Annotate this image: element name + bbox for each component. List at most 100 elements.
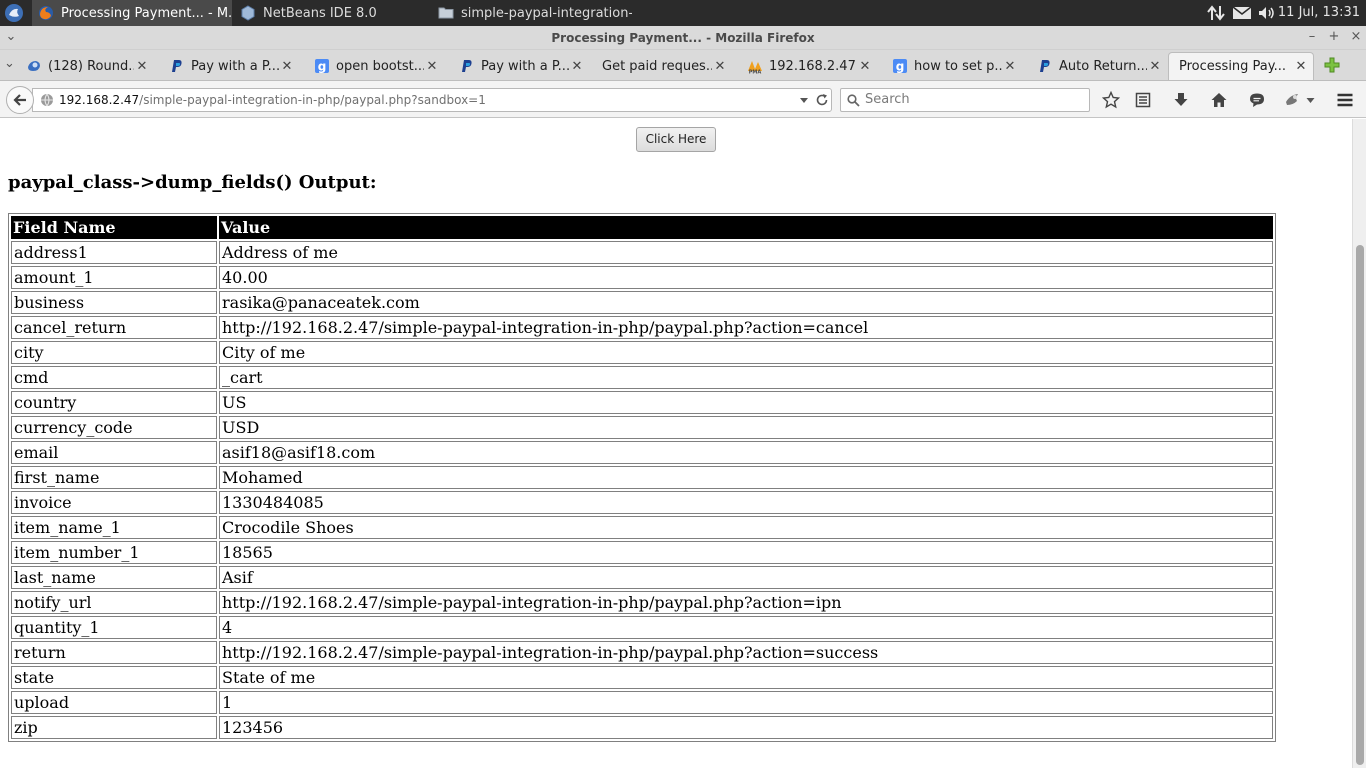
addon-dropdown-icon[interactable] [1306, 97, 1315, 104]
field-value-cell: asif18@asif18.com [219, 441, 1273, 464]
table-row: address1 Address of me [11, 241, 1273, 264]
chat-icon[interactable] [1248, 91, 1266, 109]
field-value-cell: USD [219, 416, 1273, 439]
hamburger-menu-icon[interactable] [1336, 91, 1354, 109]
field-name-cell: invoice [11, 491, 217, 514]
reload-icon[interactable] [815, 93, 829, 107]
close-icon[interactable]: ✕ [134, 59, 150, 74]
close-icon[interactable]: ✕ [424, 59, 440, 74]
url-bar[interactable]: 192.168.2.47/simple-paypal-integration-i… [32, 88, 832, 112]
phpmyadmin-favicon-icon: PMA [748, 61, 762, 74]
url-history-dropdown-icon[interactable] [799, 97, 809, 105]
close-icon[interactable]: ✕ [569, 59, 585, 74]
search-input[interactable]: Search [840, 88, 1090, 112]
xfce-menu-icon[interactable] [4, 3, 24, 23]
scrollbar-thumb[interactable] [1356, 245, 1364, 765]
field-value-cell: Address of me [219, 241, 1273, 264]
field-value-cell: US [219, 391, 1273, 414]
google-favicon-icon: g [315, 59, 329, 74]
field-name-cell: address1 [11, 241, 217, 264]
taskbar-task-netbeans[interactable]: NetBeans IDE 8.0 [234, 0, 424, 26]
system-tray [1206, 0, 1277, 26]
tab-list-arrow-icon[interactable]: ⌄ [4, 56, 15, 71]
netbeans-icon [241, 5, 255, 21]
tab-pay-with-paypal-1[interactable]: Pay with a P... ✕ [163, 52, 299, 80]
maximize-icon[interactable]: + [1327, 30, 1341, 44]
field-name-cell: last_name [11, 566, 217, 589]
table-row: city City of me [11, 341, 1273, 364]
tab-get-paid-requests[interactable]: Get paid reques... ✕ [596, 52, 732, 80]
close-icon[interactable]: ✕ [1147, 59, 1163, 74]
bookmarks-menu-icon[interactable] [1134, 91, 1152, 109]
tab-label: Pay with a P... [481, 58, 569, 74]
click-here-button[interactable]: Click Here [636, 127, 716, 152]
site-identity-globe-icon[interactable] [40, 93, 54, 107]
table-row: cancel_return http://192.168.2.47/simple-… [11, 316, 1273, 339]
field-name-cell: item_name_1 [11, 516, 217, 539]
google-favicon-icon: g [893, 59, 907, 74]
table-header-row: Field Name Value [11, 216, 1273, 239]
field-value-cell: rasika@panaceatek.com [219, 291, 1273, 314]
field-name-cell: email [11, 441, 217, 464]
mail-icon[interactable] [1232, 5, 1252, 21]
url-host: 192.168.2.47 [59, 93, 140, 107]
close-window-icon[interactable]: × [1349, 30, 1363, 44]
table-row: invoice 1330484085 [11, 491, 1273, 514]
field-name-cell: item_number_1 [11, 541, 217, 564]
downloads-icon[interactable] [1172, 91, 1190, 109]
close-icon[interactable]: ✕ [712, 59, 728, 74]
tab-processing-payment[interactable]: Processing Pay... ✕ [1168, 52, 1314, 80]
tab-label: Pay with a P... [191, 58, 279, 74]
network-arrows-icon[interactable] [1206, 4, 1226, 22]
column-header-value: Value [219, 216, 1273, 239]
field-value-cell: http://192.168.2.47/simple-paypal-integr… [219, 316, 1273, 339]
close-icon[interactable]: ✕ [279, 59, 295, 74]
search-placeholder: Search [865, 92, 910, 107]
volume-icon[interactable] [1257, 5, 1277, 21]
field-value-cell: _cart [219, 366, 1273, 389]
round-favicon-icon [28, 61, 40, 71]
table-row: email asif18@asif18.com [11, 441, 1273, 464]
table-row: upload 1 [11, 691, 1273, 714]
addon-icon[interactable] [1284, 91, 1302, 109]
tab-open-bootstrap[interactable]: g open bootst... ✕ [308, 52, 444, 80]
close-icon[interactable]: ✕ [1293, 59, 1309, 74]
tab-label: 192.168.2.47... [769, 58, 857, 74]
close-icon[interactable]: ✕ [857, 59, 873, 74]
close-icon[interactable]: ✕ [1002, 59, 1018, 74]
vertical-scrollbar[interactable] [1352, 119, 1366, 768]
table-row: return http://192.168.2.47/simple-paypal-… [11, 641, 1273, 664]
field-value-cell: City of me [219, 341, 1273, 364]
field-value-cell: 18565 [219, 541, 1273, 564]
paypal-favicon-icon [462, 60, 472, 72]
field-name-cell: amount_1 [11, 266, 217, 289]
tab-phpmyadmin[interactable]: PMA 192.168.2.47... ✕ [741, 52, 877, 80]
tab-pay-with-paypal-2[interactable]: Pay with a P... ✕ [453, 52, 589, 80]
tab-round[interactable]: (128) Round... ✕ [20, 52, 154, 80]
firefox-icon [39, 6, 53, 20]
field-name-cell: business [11, 291, 217, 314]
new-tab-plus-icon[interactable] [1323, 56, 1341, 74]
search-icon [847, 94, 860, 107]
field-name-cell: notify_url [11, 591, 217, 614]
clock[interactable]: 11 Jul, 13:31 [1278, 0, 1360, 26]
field-value-cell: http://192.168.2.47/simple-paypal-integr… [219, 591, 1273, 614]
field-name-cell: quantity_1 [11, 616, 217, 639]
minimize-icon[interactable]: – [1305, 30, 1319, 44]
tab-strip: ⌄ (128) Round... ✕ Pay with a P... ✕ g o… [0, 50, 1366, 80]
field-name-cell: currency_code [11, 416, 217, 439]
table-row: item_name_1 Crocodile Shoes [11, 516, 1273, 539]
tab-how-to-set[interactable]: g how to set p... ✕ [886, 52, 1022, 80]
field-name-cell: cancel_return [11, 316, 217, 339]
home-icon[interactable] [1210, 91, 1228, 109]
table-row: amount_1 40.00 [11, 266, 1273, 289]
field-name-cell: city [11, 341, 217, 364]
back-button[interactable] [6, 86, 34, 114]
svg-text:g: g [896, 60, 905, 74]
taskbar-task-folder[interactable]: simple-paypal-integration-... [432, 0, 632, 26]
bookmark-star-icon[interactable] [1102, 91, 1120, 109]
window-title: Processing Payment... - Mozilla Firefox [551, 31, 815, 45]
tab-auto-return[interactable]: Auto Return... ✕ [1031, 52, 1167, 80]
folder-icon [438, 7, 454, 19]
taskbar-task-firefox[interactable]: Processing Payment... - M... [32, 0, 232, 26]
